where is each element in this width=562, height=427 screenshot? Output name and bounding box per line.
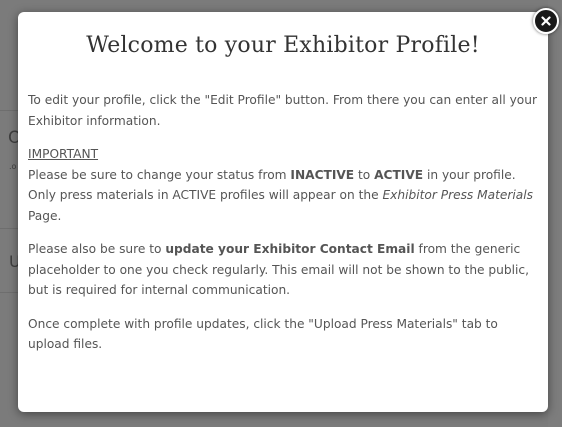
email-text: Please also be sure to — [28, 242, 166, 256]
upload-paragraph: Once complete with profile updates, clic… — [28, 316, 498, 352]
email-paragraph: Please also be sure to update your Exhib… — [28, 239, 540, 301]
modal-title: Welcome to your Exhibitor Profile! — [86, 33, 480, 58]
important-paragraph: IMPORTANT Please be sure to change your s… — [28, 144, 540, 226]
page-scrollbar[interactable] — [548, 0, 562, 427]
active-status-text: ACTIVE — [374, 167, 424, 182]
important-text: Please be sure to change your status fro… — [28, 167, 291, 182]
welcome-modal: Welcome to your Exhibitor Profile! To ed… — [18, 12, 548, 412]
intro-paragraph: To edit your profile, click the "Edit Pr… — [28, 93, 538, 128]
important-heading: IMPORTANT — [28, 147, 99, 161]
inactive-status-text: INACTIVE — [290, 167, 355, 182]
important-text: to — [354, 167, 375, 182]
close-button[interactable] — [533, 8, 559, 34]
close-icon — [541, 16, 551, 26]
press-materials-page-name: Exhibitor Press Materials — [382, 188, 534, 202]
important-text: Page. — [28, 208, 62, 223]
email-emphasis: update your Exhibitor Contact Email — [165, 242, 415, 256]
background-text-fragment: .o — [9, 162, 17, 171]
modal-body: To edit your profile, click the "Edit Pr… — [28, 90, 540, 368]
